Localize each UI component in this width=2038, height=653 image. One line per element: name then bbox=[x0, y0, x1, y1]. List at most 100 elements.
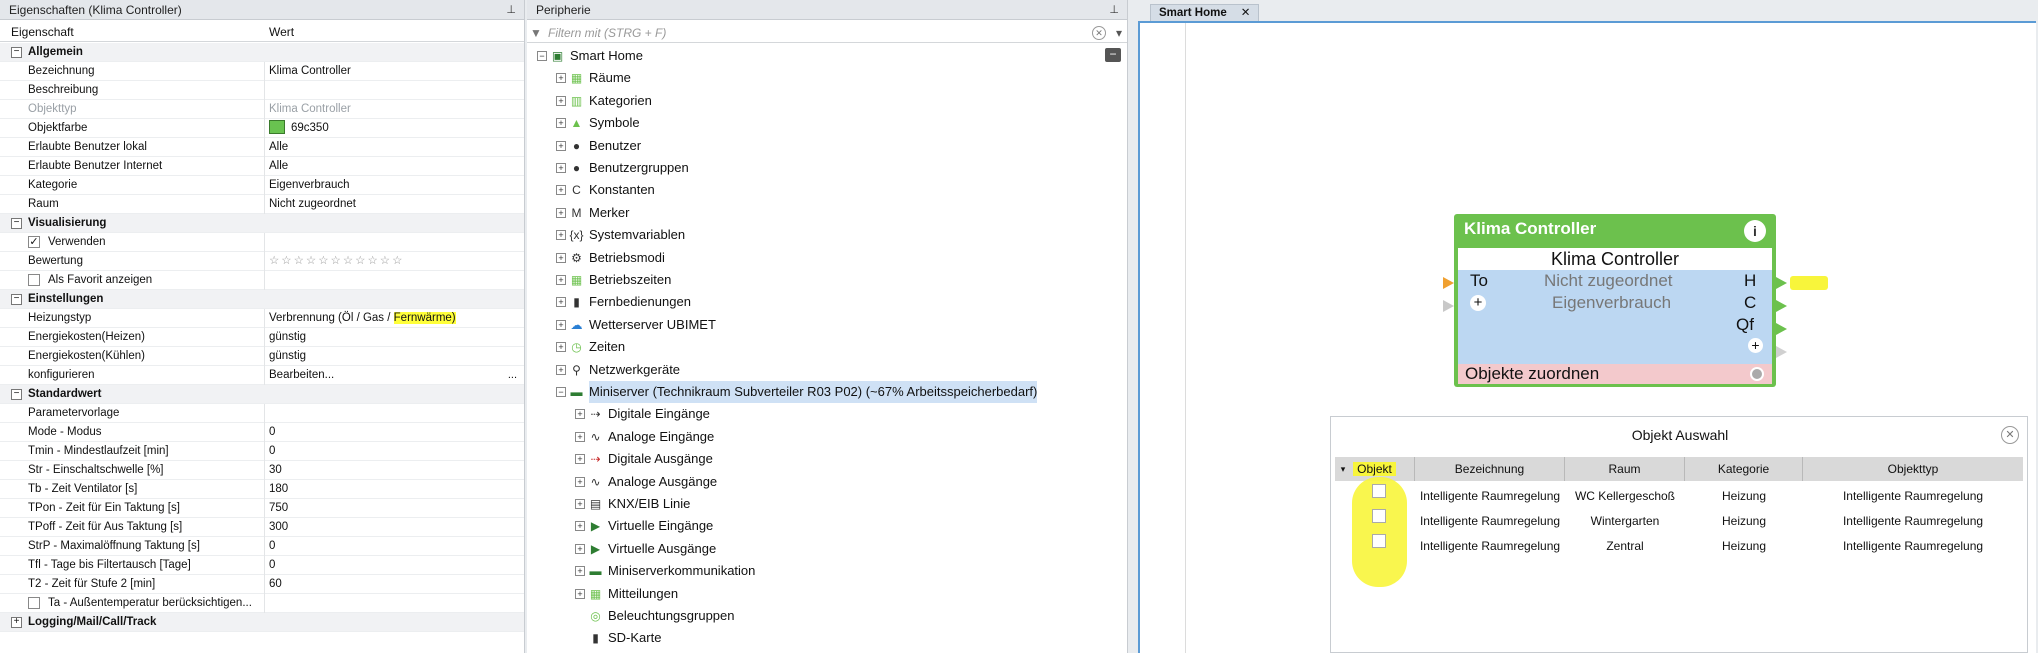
expand-icon[interactable]: + bbox=[556, 252, 566, 263]
input-to-label[interactable]: To bbox=[1470, 270, 1488, 292]
checkbox[interactable] bbox=[28, 274, 40, 286]
tree-item-label[interactable]: Merker bbox=[589, 202, 629, 224]
property-value[interactable]: 30 bbox=[269, 461, 282, 480]
add-output-icon[interactable]: + bbox=[1748, 338, 1763, 353]
output-port-add[interactable] bbox=[1776, 346, 1787, 358]
property-category[interactable]: + Logging/Mail/Call/Track bbox=[0, 613, 524, 632]
property-value[interactable]: 0 bbox=[269, 556, 275, 575]
row-checkbox[interactable] bbox=[1372, 534, 1386, 548]
collapse-icon[interactable]: − bbox=[11, 294, 22, 305]
property-value[interactable]: Verbrennung (Öl / Gas / Fernwärme) bbox=[269, 309, 456, 328]
property-value[interactable]: 750 bbox=[269, 499, 288, 518]
assign-objects-bar[interactable]: Objekte zuordnen bbox=[1458, 364, 1772, 384]
collapse-icon[interactable]: − bbox=[11, 389, 22, 400]
tree-item-label[interactable]: Kategorien bbox=[589, 90, 652, 112]
property-value[interactable]: Nicht zugeordnet bbox=[269, 195, 356, 214]
input-port-add[interactable] bbox=[1443, 300, 1454, 312]
tree-item-label[interactable]: Betriebsmodi bbox=[589, 247, 665, 269]
tree-item-label[interactable]: Wetterserver UBIMET bbox=[589, 314, 716, 336]
output-port-h[interactable] bbox=[1776, 277, 1787, 289]
input-port-to[interactable] bbox=[1443, 277, 1454, 289]
property-row[interactable]: Raum Nicht zugeordnet bbox=[0, 195, 524, 214]
property-row[interactable]: TPoff - Zeit für Aus Taktung [s] 300 bbox=[0, 518, 524, 537]
expand-icon[interactable]: + bbox=[556, 319, 566, 330]
checkbox[interactable] bbox=[28, 597, 40, 609]
tree-item-label[interactable]: Miniserver (Technikraum Subverteiler R03… bbox=[589, 381, 1038, 403]
property-category[interactable]: − Visualisierung bbox=[0, 214, 524, 233]
expand-icon[interactable]: + bbox=[556, 95, 566, 106]
property-row[interactable]: Str - Einschaltschwelle [%] 30 bbox=[0, 461, 524, 480]
property-row[interactable]: Tb - Zeit Ventilator [s] 180 bbox=[0, 480, 524, 499]
add-input-icon[interactable]: + bbox=[1470, 295, 1486, 311]
property-value[interactable]: 180 bbox=[269, 480, 288, 499]
property-row[interactable]: Erlaubte Benutzer Internet Alle bbox=[0, 157, 524, 176]
output-port-qf[interactable] bbox=[1776, 323, 1787, 335]
table-row[interactable]: Intelligente Raumregelung Zentral Heizung I… bbox=[1335, 534, 2023, 559]
expand-icon[interactable]: + bbox=[556, 140, 566, 151]
expand-icon[interactable]: + bbox=[575, 499, 585, 509]
output-h-label[interactable]: H bbox=[1744, 270, 1756, 292]
property-row[interactable]: T2 - Zeit für Stufe 2 [min] 60 bbox=[0, 575, 524, 594]
pin-icon[interactable]: ⊥ bbox=[1109, 0, 1119, 20]
property-row[interactable]: Erlaubte Benutzer lokal Alle bbox=[0, 138, 524, 157]
property-value[interactable]: Klima Controller bbox=[269, 100, 351, 119]
column-bezeichnung[interactable]: Bezeichnung bbox=[1415, 457, 1565, 481]
property-row[interactable]: Mode - Modus 0 bbox=[0, 423, 524, 442]
expand-icon[interactable]: + bbox=[556, 207, 566, 218]
tree-item-label[interactable]: SD-Karte bbox=[608, 627, 661, 649]
filter-bar[interactable]: ▼ Filtern mit (STRG + F) ✕ ▾ bbox=[527, 23, 1127, 43]
property-value[interactable]: 0 bbox=[269, 537, 275, 556]
property-row[interactable]: konfigurieren Bearbeiten...... bbox=[0, 366, 524, 385]
column-kategorie[interactable]: Kategorie bbox=[1685, 457, 1803, 481]
tree-item-label[interactable]: Analoge Eingänge bbox=[608, 426, 714, 448]
property-value[interactable]: Bearbeiten... bbox=[269, 366, 334, 385]
klima-controller-block[interactable]: Klima Controller i Klima Controller To N… bbox=[1454, 214, 1776, 387]
tree-item-label[interactable]: Digitale Ausgänge bbox=[608, 448, 713, 470]
collapse-all-icon[interactable]: − bbox=[1105, 48, 1121, 62]
expand-icon[interactable]: + bbox=[556, 73, 566, 84]
expand-icon[interactable]: + bbox=[11, 617, 22, 628]
property-value[interactable]: günstig bbox=[269, 328, 306, 347]
property-category[interactable]: − Einstellungen bbox=[0, 290, 524, 309]
tree-item-label[interactable]: Betriebszeiten bbox=[589, 269, 671, 291]
property-value[interactable]: Klima Controller bbox=[269, 62, 351, 81]
expand-icon[interactable]: + bbox=[575, 588, 585, 599]
expand-icon[interactable]: + bbox=[575, 543, 585, 554]
collapse-icon[interactable]: − bbox=[11, 47, 22, 58]
ellipsis-button[interactable]: ... bbox=[508, 366, 517, 385]
tree-item-label[interactable]: Digitale Eingänge bbox=[608, 403, 710, 425]
property-row[interactable]: Beschreibung bbox=[0, 81, 524, 100]
property-row[interactable]: Als Favorit anzeigen bbox=[0, 271, 524, 290]
tree-item-label[interactable]: Konstanten bbox=[589, 179, 655, 201]
column-objekttyp[interactable]: Objekttyp bbox=[1803, 457, 2023, 481]
collapse-icon[interactable]: − bbox=[11, 218, 22, 229]
clear-filter-icon[interactable]: ✕ bbox=[1092, 26, 1106, 40]
property-row[interactable]: Kategorie Eigenverbrauch bbox=[0, 176, 524, 195]
expand-icon[interactable]: + bbox=[575, 454, 585, 465]
expand-icon[interactable]: + bbox=[556, 185, 566, 196]
color-swatch[interactable] bbox=[269, 120, 285, 134]
property-value[interactable]: 69c350 bbox=[269, 119, 329, 138]
property-value[interactable]: Alle bbox=[269, 138, 288, 157]
property-category[interactable]: − Standardwert bbox=[0, 385, 524, 404]
property-row[interactable]: Heizungstyp Verbrennung (Öl / Gas / Fernw… bbox=[0, 309, 524, 328]
property-row[interactable]: StrP - Maximalöffnung Taktung [s] 0 bbox=[0, 537, 524, 556]
column-raum[interactable]: Raum bbox=[1565, 457, 1685, 481]
property-value[interactable]: ☆☆☆☆☆☆☆☆☆☆☆ bbox=[269, 252, 404, 271]
expand-icon[interactable]: + bbox=[556, 118, 566, 129]
property-row[interactable]: Energiekosten(Heizen) günstig bbox=[0, 328, 524, 347]
expand-icon[interactable]: + bbox=[575, 566, 585, 577]
property-row[interactable]: Objektfarbe 69c350 bbox=[0, 119, 524, 138]
output-qf-label[interactable]: Qf bbox=[1736, 314, 1754, 336]
close-tab-icon[interactable]: ✕ bbox=[1241, 7, 1251, 19]
tree-item-label[interactable]: Mitteilungen bbox=[608, 583, 678, 605]
column-property[interactable]: Eigenschaft bbox=[11, 22, 74, 42]
property-row[interactable]: Objekttyp Klima Controller bbox=[0, 100, 524, 119]
property-row[interactable]: Energiekosten(Kühlen) günstig bbox=[0, 347, 524, 366]
tree-item-label[interactable]: Smart Home bbox=[570, 45, 643, 67]
collapse-icon[interactable]: − bbox=[537, 51, 547, 61]
tree-item-label[interactable]: Benutzer bbox=[589, 135, 641, 157]
close-dialog-icon[interactable]: ✕ bbox=[2001, 426, 2019, 444]
expand-icon[interactable]: + bbox=[575, 521, 585, 532]
property-row[interactable]: Ta - Außentemperatur berücksichtigen... bbox=[0, 594, 524, 613]
